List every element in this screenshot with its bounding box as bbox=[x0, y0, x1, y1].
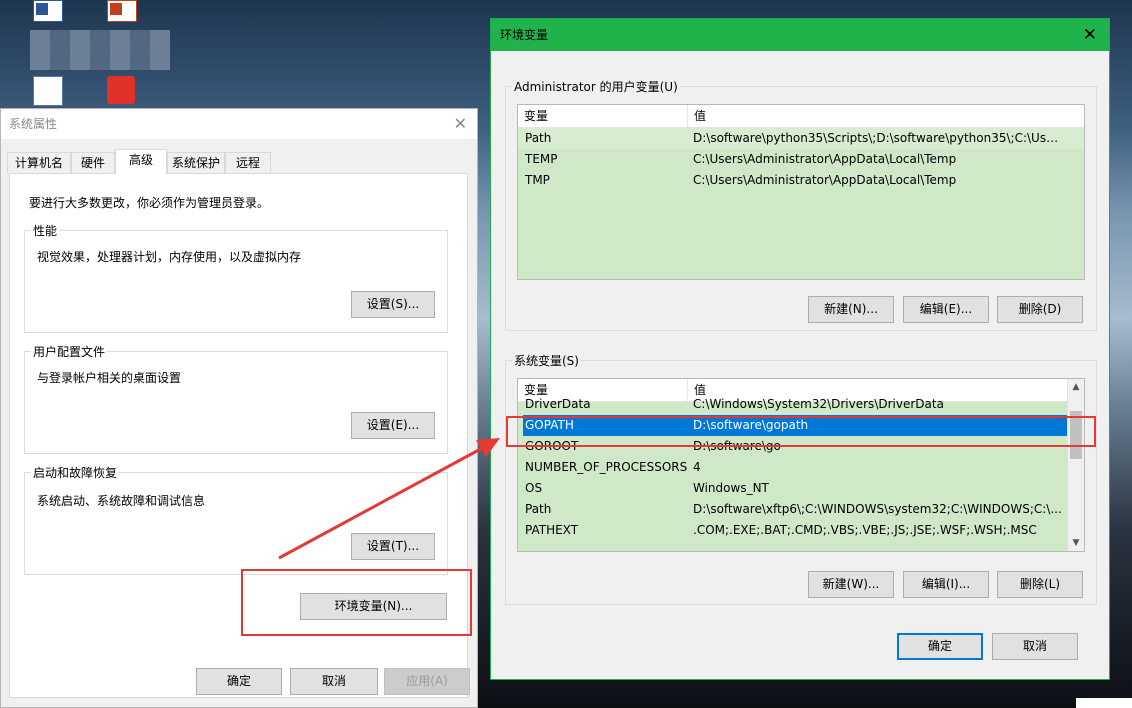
tab-advanced[interactable]: 高级 bbox=[115, 149, 167, 174]
taskbar-corner bbox=[1076, 698, 1132, 708]
annotation-arrow bbox=[278, 438, 500, 560]
